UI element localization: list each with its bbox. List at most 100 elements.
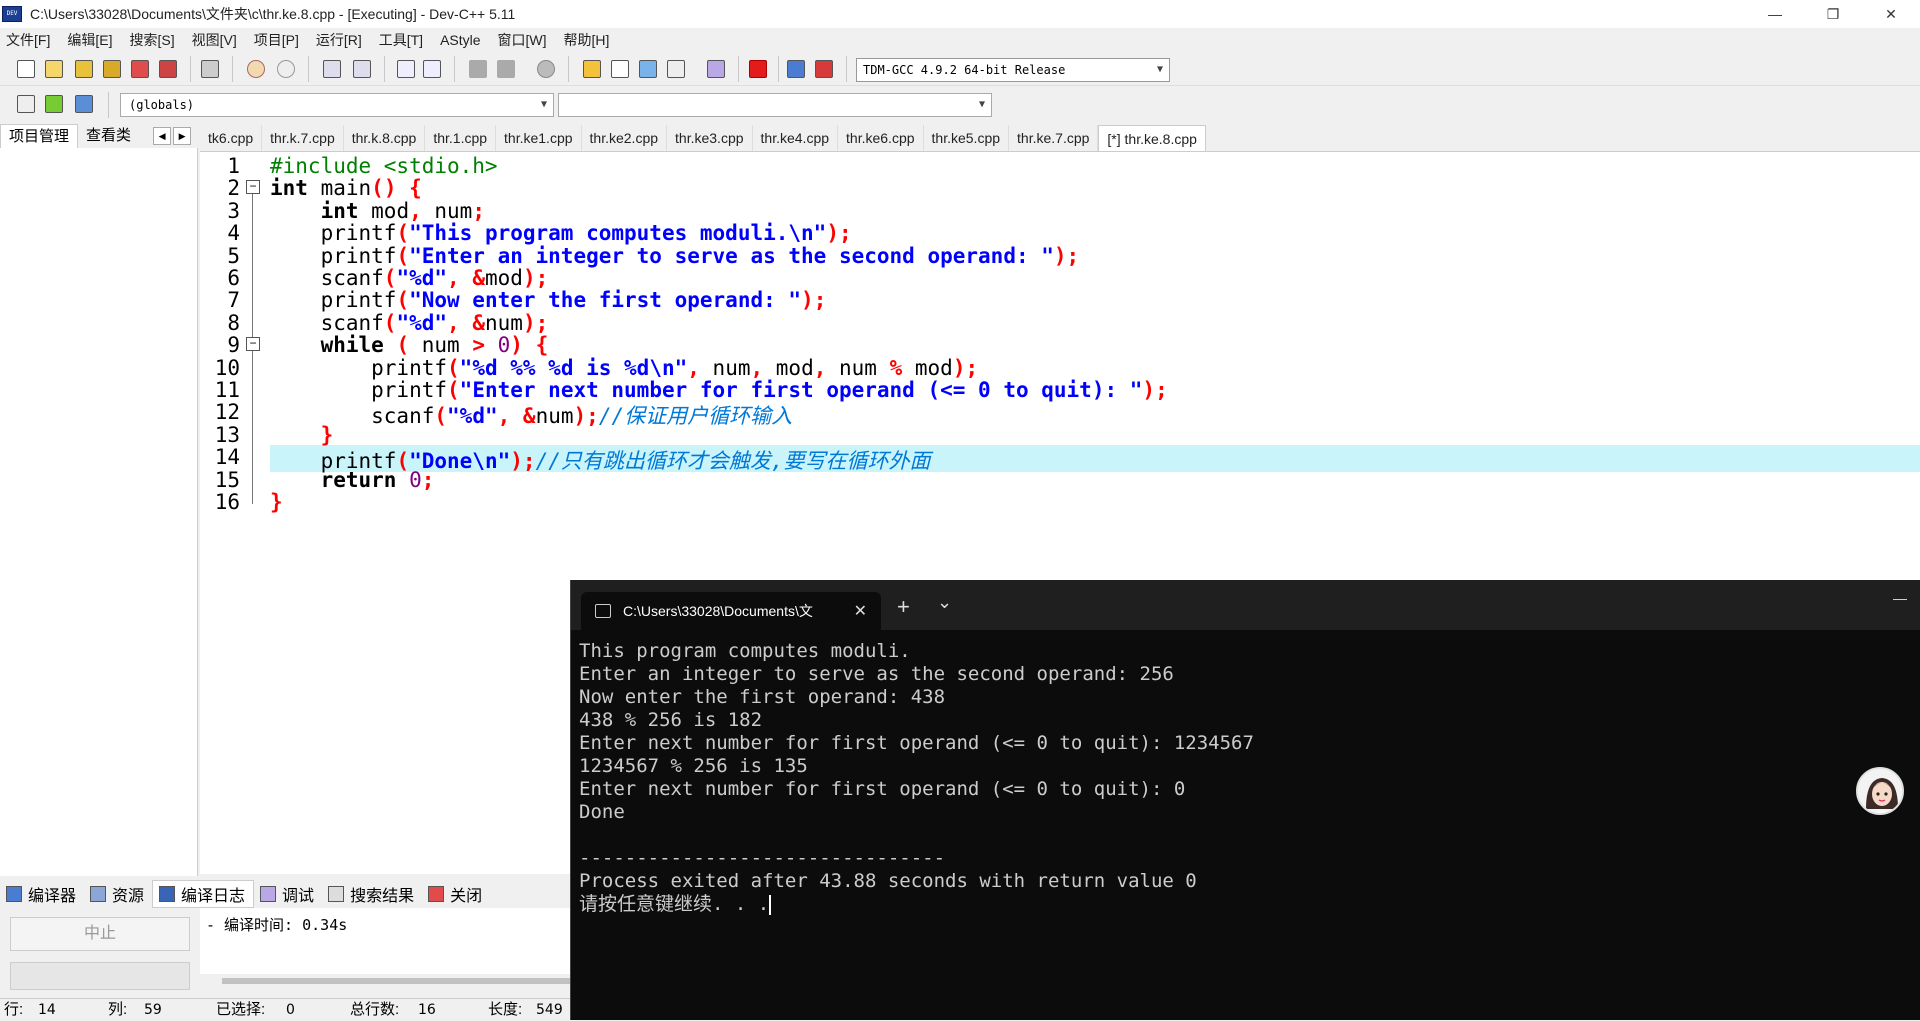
scope-select[interactable]: (globals) ▼: [120, 93, 554, 117]
tab-project[interactable]: 项目管理: [0, 124, 79, 148]
file-tab[interactable]: thr.ke5.cpp: [924, 125, 1010, 151]
tab-compiler[interactable]: 编译器: [0, 880, 84, 908]
minimize-button[interactable]: —: [1746, 0, 1804, 28]
line-number: 2: [227, 176, 240, 201]
code-line[interactable]: int main() {: [270, 176, 422, 200]
fold-toggle-icon[interactable]: −: [246, 337, 260, 352]
replace-icon[interactable]: [350, 57, 374, 81]
code-line[interactable]: printf("Enter an integer to serve as the…: [270, 244, 1080, 268]
code-line[interactable]: return 0;: [270, 468, 435, 492]
code-line[interactable]: printf("Enter next number for first oper…: [270, 378, 1168, 402]
open-file-icon[interactable]: [42, 57, 66, 81]
compiler-select[interactable]: TDM-GCC 4.9.2 64-bit Release ▼: [856, 58, 1170, 82]
file-tab[interactable]: thr.ke1.cpp: [496, 125, 582, 151]
fold-toggle-icon[interactable]: −: [246, 180, 260, 195]
menu-help[interactable]: 帮助[H]: [564, 30, 610, 50]
tab-next-button[interactable]: ▶: [173, 127, 192, 145]
terminal-minimize-button[interactable]: —: [1893, 590, 1907, 606]
tab-debug[interactable]: 调试: [254, 880, 322, 908]
new-file-icon[interactable]: [14, 57, 38, 81]
maximize-button[interactable]: ❐: [1804, 0, 1862, 28]
abort-button[interactable]: 中止: [10, 917, 190, 951]
file-tab[interactable]: thr.ke6.cpp: [838, 125, 924, 151]
file-tab-active[interactable]: [*] thr.ke.8.cpp: [1098, 125, 1206, 151]
redo-icon[interactable]: [274, 57, 298, 81]
find-icon[interactable]: [320, 57, 344, 81]
chevron-down-icon[interactable]: ⌄: [937, 592, 952, 613]
insert-icon[interactable]: [42, 92, 66, 116]
code-line[interactable]: }: [270, 490, 283, 514]
bookmark-icon[interactable]: [534, 57, 558, 81]
close-all-icon[interactable]: [156, 57, 180, 81]
code-line[interactable]: scanf("%d", &num);: [270, 311, 549, 335]
file-tab[interactable]: thr.ke.7.cpp: [1009, 125, 1099, 151]
file-tab[interactable]: tk6.cpp: [200, 125, 263, 151]
new-tab-button[interactable]: +: [897, 594, 910, 620]
save-all-icon[interactable]: [100, 57, 124, 81]
menu-run[interactable]: 运行[R]: [316, 30, 362, 50]
indent-icon[interactable]: [394, 57, 418, 81]
menu-window[interactable]: 窗口[W]: [498, 30, 547, 50]
log-scrollbar[interactable]: [200, 974, 570, 988]
tab-compile-log[interactable]: 编译日志: [152, 880, 255, 908]
code-line[interactable]: printf("This program computes moduli.\n"…: [270, 221, 852, 245]
menu-search[interactable]: 搜索[S]: [129, 30, 174, 50]
symbol-select[interactable]: ▼: [558, 93, 992, 117]
code-line[interactable]: scanf("%d", &num);//保证用户循环输入: [270, 400, 792, 430]
menu-file[interactable]: 文件[F]: [6, 30, 50, 50]
print-icon[interactable]: [198, 57, 222, 81]
menu-astyle[interactable]: AStyle: [440, 32, 480, 48]
tab-class-view[interactable]: 查看类: [78, 124, 139, 148]
profile-icon[interactable]: [784, 57, 808, 81]
syntax-check-icon[interactable]: [704, 57, 728, 81]
scrollbar-thumb[interactable]: [222, 978, 570, 984]
compile-log-line: - 编译时间: 0.34s: [206, 916, 348, 934]
line-number: 9: [227, 333, 240, 358]
menu-project[interactable]: 项目[P]: [254, 30, 299, 50]
file-tab[interactable]: thr.ke3.cpp: [667, 125, 753, 151]
menu-view[interactable]: 视图[V]: [192, 30, 237, 50]
code-line[interactable]: printf("Now enter the first operand: ");: [270, 288, 827, 312]
code-line[interactable]: int mod, num;: [270, 199, 485, 223]
menu-tools[interactable]: 工具[T]: [379, 30, 423, 50]
tab-compiler-label: 编译器: [28, 888, 77, 905]
line-number: 8: [227, 310, 240, 335]
new-class-icon[interactable]: [14, 92, 38, 116]
stop-execution-icon[interactable]: [746, 57, 770, 81]
assistant-avatar[interactable]: [1856, 767, 1904, 815]
code-line[interactable]: scanf("%d", &mod);: [270, 266, 549, 290]
chevron-down-icon: ▼: [540, 99, 547, 110]
unindent-icon[interactable]: [420, 57, 444, 81]
compile-icon[interactable]: [580, 57, 604, 81]
file-tab[interactable]: thr.1.cpp: [425, 125, 497, 151]
run-icon[interactable]: [608, 57, 632, 81]
close-file-icon[interactable]: [128, 57, 152, 81]
code-line[interactable]: printf("%d %% %d is %d\n", num, mod, num…: [270, 356, 978, 380]
close-icon[interactable]: ✕: [854, 601, 867, 621]
tab-search-results[interactable]: 搜索结果: [322, 880, 422, 908]
undo-icon[interactable]: [244, 57, 268, 81]
code-line[interactable]: #include <stdio.h>: [270, 154, 498, 178]
file-tab[interactable]: thr.k.8.cpp: [344, 125, 426, 151]
forward-icon[interactable]: [494, 57, 518, 81]
debug-icon[interactable]: [812, 57, 836, 81]
compile-run-icon[interactable]: [636, 57, 660, 81]
terminal-window[interactable]: C:\Users\33028\Documents\文 ✕ + ⌄ — This …: [570, 580, 1920, 1020]
tab-prev-button[interactable]: ◀: [153, 127, 172, 145]
menu-bar: 文件[F] 编辑[E] 搜索[S] 视图[V] 项目[P] 运行[R] 工具[T…: [0, 28, 1920, 52]
back-icon[interactable]: [466, 57, 490, 81]
rebuild-icon[interactable]: [664, 57, 688, 81]
save-icon[interactable]: [72, 57, 96, 81]
file-tab[interactable]: thr.ke4.cpp: [753, 125, 839, 151]
menu-edit[interactable]: 编辑[E]: [67, 30, 112, 50]
line-number: 11: [214, 378, 240, 402]
code-line[interactable]: while ( num > 0) {: [270, 333, 549, 357]
tab-resources[interactable]: 资源: [84, 880, 152, 908]
file-tab[interactable]: thr.k.7.cpp: [262, 125, 344, 151]
code-line[interactable]: }: [270, 423, 334, 447]
goto-icon[interactable]: [72, 92, 96, 116]
terminal-tab[interactable]: C:\Users\33028\Documents\文 ✕: [581, 592, 881, 630]
close-button[interactable]: ✕: [1862, 0, 1920, 28]
file-tab[interactable]: thr.ke2.cpp: [582, 125, 668, 151]
tab-close[interactable]: 关闭: [422, 880, 490, 908]
